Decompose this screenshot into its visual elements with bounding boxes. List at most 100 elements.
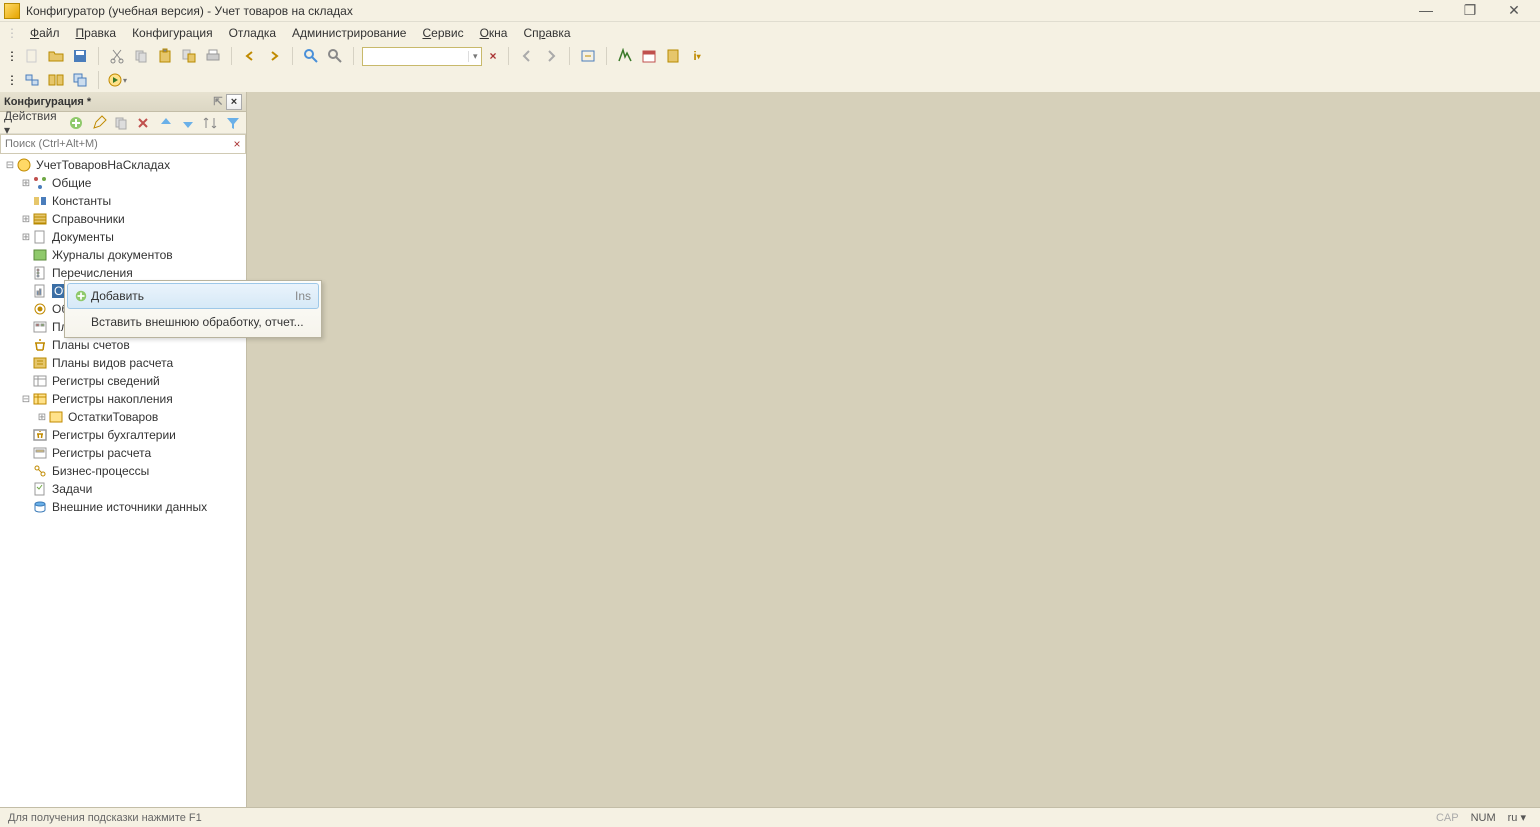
- status-bar: Для получения подсказки нажмите F1 CAP N…: [0, 807, 1540, 827]
- menu-help[interactable]: Справка: [519, 24, 574, 42]
- panel-close-button[interactable]: ×: [226, 94, 242, 110]
- external-icon: [32, 499, 48, 515]
- toolbar-search-input[interactable]: [363, 50, 468, 62]
- undo-icon[interactable]: [240, 46, 260, 66]
- tree-label: Внешние источники данных: [52, 500, 207, 514]
- windows-list-icon[interactable]: [22, 70, 42, 90]
- accounting-reg-icon: [32, 427, 48, 443]
- tree-business-processes[interactable]: Бизнес-процессы: [0, 462, 246, 480]
- context-add-label: Добавить: [91, 289, 295, 303]
- config-search[interactable]: ×: [0, 134, 246, 154]
- tree-documents[interactable]: ⊞Документы: [0, 228, 246, 246]
- redo-icon[interactable]: [264, 46, 284, 66]
- context-menu: Добавить Ins Вставить внешнюю обработку,…: [64, 280, 322, 338]
- menu-windows[interactable]: Окна: [476, 24, 512, 42]
- config-search-input[interactable]: [1, 138, 229, 150]
- tree-label: Планы видов расчета: [52, 356, 173, 370]
- config-tree[interactable]: ⊟УчетТоваровНаСкладах ⊞Общие Константы ⊞…: [0, 154, 246, 807]
- tree-label: Журналы документов: [52, 248, 173, 262]
- cascade-icon[interactable]: [70, 70, 90, 90]
- open-file-icon[interactable]: [46, 46, 66, 66]
- tree-constants[interactable]: Константы: [0, 192, 246, 210]
- status-cap: CAP: [1430, 812, 1465, 824]
- menu-admin[interactable]: Администрирование: [288, 24, 410, 42]
- new-file-icon[interactable]: [22, 46, 42, 66]
- journal-icon: [32, 247, 48, 263]
- tree-label: Общие: [52, 176, 91, 190]
- toolbar-secondary: ⋮ ▾: [0, 68, 1540, 92]
- tree-label: Регистры сведений: [52, 374, 160, 388]
- maximize-button[interactable]: ❐: [1456, 2, 1484, 19]
- menu-edit[interactable]: Правка: [72, 24, 121, 42]
- tree-doc-journals[interactable]: Журналы документов: [0, 246, 246, 264]
- tree-external-sources[interactable]: Внешние источники данных: [0, 498, 246, 516]
- config-search-clear-icon[interactable]: ×: [229, 137, 245, 151]
- tree-tasks[interactable]: Задачи: [0, 480, 246, 498]
- tree-calc-registers[interactable]: Регистры расчета: [0, 444, 246, 462]
- processor-icon: [32, 301, 48, 317]
- config-panel-toolbar: Действия ▾: [0, 112, 246, 134]
- tree-label: Регистры расчета: [52, 446, 151, 460]
- enum-icon: [32, 265, 48, 281]
- help-icon[interactable]: i▾: [687, 46, 707, 66]
- tree-label: Регистры накопления: [52, 392, 173, 406]
- nav-back-icon[interactable]: [517, 46, 537, 66]
- delete-icon[interactable]: [134, 113, 152, 133]
- toolbar-search-dropdown-icon[interactable]: ▾: [468, 51, 481, 62]
- tree-info-registers[interactable]: Регистры сведений: [0, 372, 246, 390]
- find-next-icon[interactable]: [325, 46, 345, 66]
- tree-common[interactable]: ⊞Общие: [0, 174, 246, 192]
- tree-chart-calc-types[interactable]: Планы видов расчета: [0, 354, 246, 372]
- tree-root[interactable]: ⊟УчетТоваровНаСкладах: [0, 156, 246, 174]
- nav-forward-icon[interactable]: [541, 46, 561, 66]
- calendar-icon[interactable]: [639, 46, 659, 66]
- syntax-check-icon[interactable]: [615, 46, 635, 66]
- menu-file[interactable]: Файл: [26, 24, 64, 42]
- accum-register-icon: [32, 391, 48, 407]
- toolbar-search-clear-icon[interactable]: ×: [486, 46, 500, 66]
- tree-label: Справочники: [52, 212, 125, 226]
- add-icon[interactable]: [67, 113, 85, 133]
- tree-catalogs[interactable]: ⊞Справочники: [0, 210, 246, 228]
- tree-label: Перечисления: [52, 266, 133, 280]
- actions-menu[interactable]: Действия ▾: [4, 109, 63, 137]
- tree-accum-child[interactable]: ⊞ОстаткиТоваров: [0, 408, 246, 426]
- menu-service[interactable]: Сервис: [418, 24, 467, 42]
- menu-config[interactable]: Конфигурация: [128, 24, 217, 42]
- context-insert-external[interactable]: Вставить внешнюю обработку, отчет...: [67, 309, 319, 335]
- minimize-button[interactable]: —: [1412, 2, 1440, 19]
- menu-debug[interactable]: Отладка: [225, 24, 280, 42]
- close-button[interactable]: ✕: [1500, 2, 1528, 19]
- edit-icon[interactable]: [89, 113, 107, 133]
- context-add[interactable]: Добавить Ins: [67, 283, 319, 309]
- context-insert-label: Вставить внешнюю обработку, отчет...: [91, 315, 311, 329]
- tree-accounting-registers[interactable]: Регистры бухгалтерии: [0, 426, 246, 444]
- tree-accum-registers[interactable]: ⊟Регистры накопления: [0, 390, 246, 408]
- tile-icon[interactable]: [46, 70, 66, 90]
- move-down-icon[interactable]: [179, 113, 197, 133]
- copy-item-icon[interactable]: [112, 113, 130, 133]
- toolbar-search[interactable]: ▾: [362, 47, 482, 66]
- print-icon[interactable]: [203, 46, 223, 66]
- paste-icon[interactable]: [155, 46, 175, 66]
- paste-special-icon[interactable]: [179, 46, 199, 66]
- sort-icon[interactable]: [201, 113, 219, 133]
- move-up-icon[interactable]: [157, 113, 175, 133]
- copy-icon[interactable]: [131, 46, 151, 66]
- add-icon: [71, 289, 91, 303]
- status-lang[interactable]: ru ▾: [1502, 811, 1532, 824]
- filter-icon[interactable]: [224, 113, 242, 133]
- context-add-shortcut: Ins: [295, 289, 311, 303]
- tree-label: Константы: [52, 194, 111, 208]
- book-icon[interactable]: [663, 46, 683, 66]
- config-panel: Конфигурация * ⇱ × Действия ▾ × ⊟УчетТов…: [0, 92, 247, 807]
- run-icon[interactable]: ▾: [107, 70, 127, 90]
- tree-chart-accounts[interactable]: Планы счетов: [0, 336, 246, 354]
- find-icon[interactable]: [301, 46, 321, 66]
- cut-icon[interactable]: [107, 46, 127, 66]
- menu-bar: ⋮ Файл Правка Конфигурация Отладка Админ…: [0, 22, 1540, 44]
- panel-pin-icon[interactable]: ⇱: [210, 95, 226, 108]
- save-icon[interactable]: [70, 46, 90, 66]
- document-icon: [32, 229, 48, 245]
- goto-icon[interactable]: [578, 46, 598, 66]
